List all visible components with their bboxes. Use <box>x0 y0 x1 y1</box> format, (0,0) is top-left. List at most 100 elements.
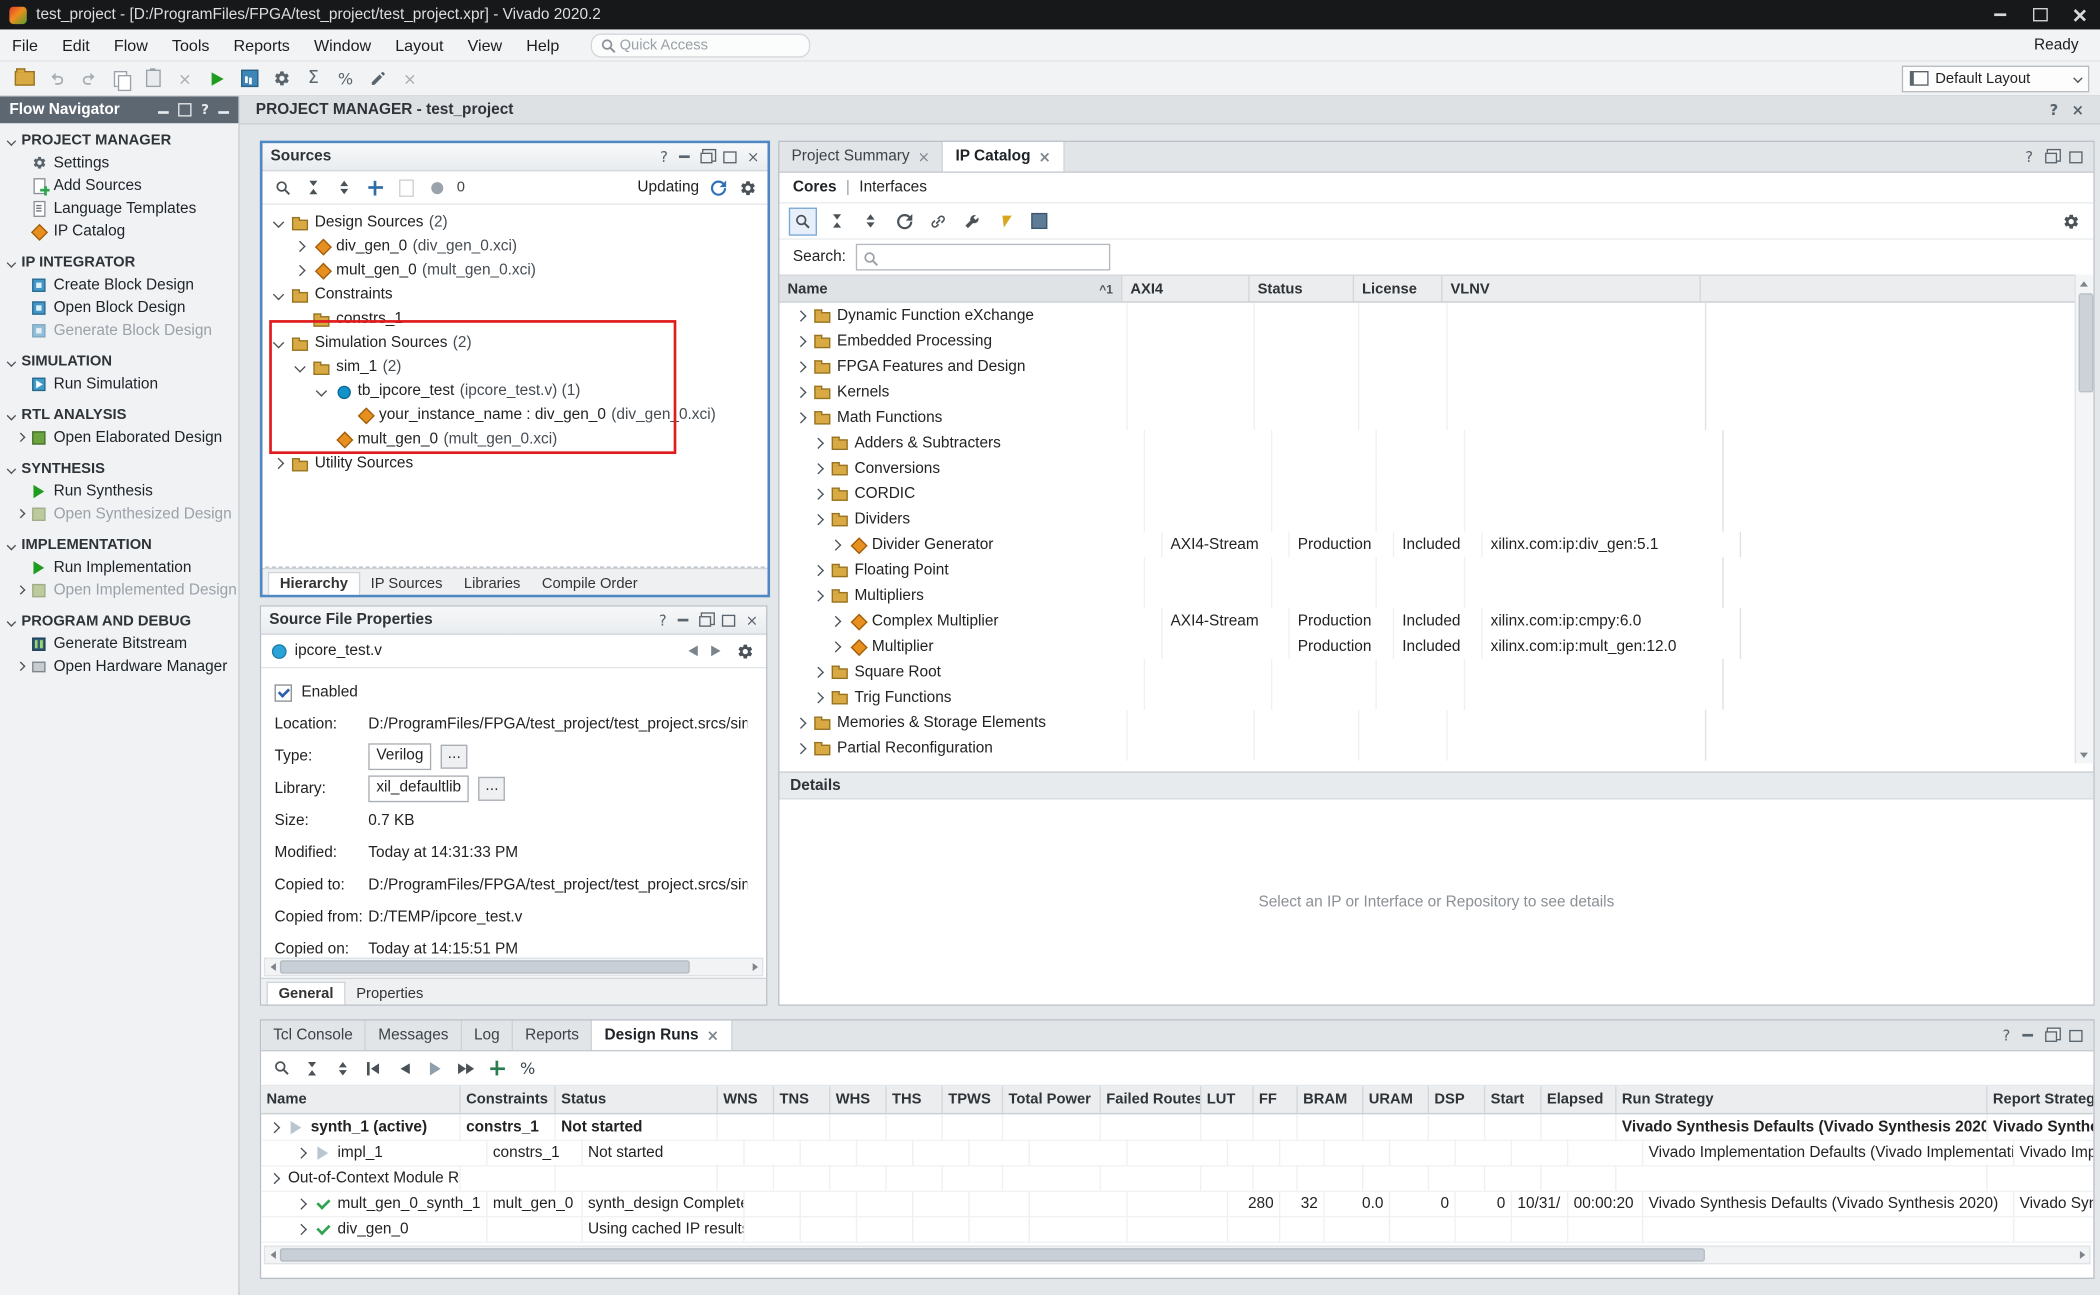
ip-catalog-row[interactable]: CORDIC <box>779 481 2075 506</box>
step-forward-icon[interactable] <box>455 1057 476 1078</box>
close-icon[interactable]: × <box>918 148 930 165</box>
source-tree-item[interactable]: sim_1 (2) <box>263 355 768 379</box>
menu-item[interactable]: Window <box>302 29 383 60</box>
expander-icon[interactable] <box>273 458 284 469</box>
expander-icon[interactable] <box>294 265 305 276</box>
help-icon[interactable]: ? <box>201 102 209 117</box>
bottom-tab[interactable]: Design Runs × <box>592 1021 732 1050</box>
report-sigma-icon[interactable]: Σ <box>300 65 327 92</box>
design-run-row[interactable]: impl_1 constrs_1 Not started <box>261 1140 2093 1165</box>
expander-icon[interactable] <box>795 335 806 346</box>
expander-icon[interactable] <box>294 361 305 372</box>
float-icon[interactable] <box>2045 153 2057 164</box>
help-icon[interactable]: ? <box>660 148 668 165</box>
undo-icon[interactable] <box>43 65 70 92</box>
column-header[interactable]: THS <box>887 1086 943 1113</box>
column-header[interactable]: Constraints <box>461 1086 556 1113</box>
expander-icon[interactable] <box>830 615 841 626</box>
expander-icon[interactable] <box>795 361 806 372</box>
column-header[interactable]: TPWS <box>943 1086 1003 1113</box>
step-back-icon[interactable] <box>394 1057 415 1078</box>
settings-gear-icon[interactable] <box>268 65 295 92</box>
horizontal-scrollbar[interactable] <box>264 1246 2091 1265</box>
ip-catalog-row[interactable]: Floating Point <box>779 557 2075 582</box>
flow-nav-item[interactable]: Run Synthesis <box>0 479 238 502</box>
flow-nav-item[interactable]: Run Simulation <box>0 372 238 395</box>
bottom-tab[interactable]: Log × <box>462 1021 513 1050</box>
flow-nav-expand-icon[interactable] <box>178 103 191 116</box>
sources-view-tab[interactable]: Libraries <box>453 573 531 594</box>
refresh-repository-icon[interactable] <box>892 208 917 233</box>
percent-utilization-icon[interactable]: % <box>517 1057 538 1078</box>
flow-nav-item[interactable]: Create Block Design <box>0 273 238 296</box>
maximize-button[interactable] <box>2020 0 2060 29</box>
scrollbar-thumb[interactable] <box>280 1248 1705 1261</box>
search-icon[interactable] <box>272 177 293 198</box>
ip-catalog-row[interactable]: Partial Reconfiguration <box>779 735 2075 760</box>
property-value[interactable]: Today at 14:31:33 PM <box>368 845 518 861</box>
menu-item[interactable]: Help <box>514 29 571 60</box>
column-header[interactable]: Failed Routes <box>1101 1086 1201 1113</box>
expander-icon[interactable] <box>273 289 284 300</box>
design-run-row[interactable]: div_gen_0 Using cached IP results <box>261 1216 2093 1241</box>
flow-section-header[interactable]: IP INTEGRATOR <box>0 250 238 273</box>
gear-icon[interactable] <box>2058 208 2083 233</box>
column-header[interactable]: URAM <box>1363 1086 1429 1113</box>
forward-arrow-icon[interactable] <box>711 646 720 657</box>
flow-nav-item[interactable]: Run Implementation <box>0 556 238 579</box>
flow-nav-item[interactable]: Generate Bitstream <box>0 632 238 655</box>
ip-catalog-row[interactable]: Kernels <box>779 379 2075 404</box>
expander-icon[interactable] <box>813 564 824 575</box>
scroll-right-icon[interactable] <box>747 959 762 975</box>
flow-section-header[interactable]: PROJECT MANAGER <box>0 129 238 152</box>
expander-icon[interactable] <box>813 462 824 473</box>
expander-icon[interactable] <box>296 1198 307 1209</box>
ip-catalog-row[interactable]: Dividers <box>779 506 2075 531</box>
sources-view-tab[interactable]: IP Sources <box>360 573 453 594</box>
column-header[interactable]: DSP <box>1429 1086 1485 1113</box>
expander-icon[interactable] <box>813 437 824 448</box>
expander-icon[interactable] <box>795 386 806 397</box>
design-run-row[interactable]: synth_1 (active) constrs_1 Not started <box>261 1114 2093 1139</box>
expander-icon[interactable] <box>795 310 806 321</box>
editor-tab[interactable]: Project Summary × <box>779 142 943 171</box>
vertical-scrollbar[interactable] <box>2075 275 2094 764</box>
gear-icon[interactable] <box>734 640 755 661</box>
layout-selector[interactable]: Default Layout <box>1902 65 2089 92</box>
property-value[interactable]: D:/ProgramFiles/FPGA/test_project/test_p… <box>368 717 747 733</box>
collapse-all-icon[interactable] <box>303 177 324 198</box>
column-header[interactable]: LUT <box>1201 1086 1253 1113</box>
float-icon[interactable] <box>699 613 711 626</box>
create-runs-icon[interactable] <box>486 1057 507 1078</box>
ip-catalog-row[interactable]: Square Root <box>779 659 2075 684</box>
minimize-icon[interactable] <box>2022 1034 2033 1037</box>
expander-icon[interactable] <box>273 337 284 348</box>
gear-icon[interactable] <box>737 177 758 198</box>
scroll-down-icon[interactable] <box>2076 747 2092 762</box>
link-icon[interactable] <box>925 208 950 233</box>
menu-item[interactable]: Edit <box>50 29 102 60</box>
refresh-icon[interactable] <box>707 177 728 198</box>
flow-nav-item[interactable]: Open Block Design <box>0 296 238 319</box>
ip-catalog-row[interactable]: Memories & Storage Elements <box>779 710 2075 735</box>
column-header-name[interactable]: Name ^1 <box>779 276 1122 301</box>
column-header[interactable]: Run Strategy <box>1617 1086 1988 1113</box>
expander-icon[interactable] <box>813 666 824 677</box>
column-header-vlnv[interactable]: VLNV <box>1442 276 1700 301</box>
scroll-right-icon[interactable] <box>2075 1247 2090 1263</box>
flow-nav-item[interactable]: Open Elaborated Design <box>0 426 238 449</box>
column-header-status[interactable]: Status <box>1250 276 1354 301</box>
column-header[interactable]: TNS <box>774 1086 830 1113</box>
ip-catalog-row[interactable]: Trig Functions <box>779 684 2075 709</box>
source-tree-item[interactable]: Utility Sources <box>263 451 768 475</box>
design-run-row[interactable]: Out-of-Context Module Runs <box>261 1165 2093 1190</box>
flow-nav-item[interactable]: Add Sources <box>0 174 238 197</box>
ellipsis-button[interactable]: … <box>479 777 506 801</box>
property-value[interactable]: D:/ProgramFiles/FPGA/test_project/test_p… <box>368 877 747 893</box>
expander-icon[interactable] <box>296 1223 307 1234</box>
menu-item[interactable]: Tools <box>160 29 222 60</box>
flow-nav-item[interactable]: IP Catalog <box>0 220 238 243</box>
maximize-icon[interactable] <box>722 614 735 626</box>
column-header[interactable]: WNS <box>718 1086 774 1113</box>
flow-nav-item[interactable]: Language Templates <box>0 197 238 220</box>
